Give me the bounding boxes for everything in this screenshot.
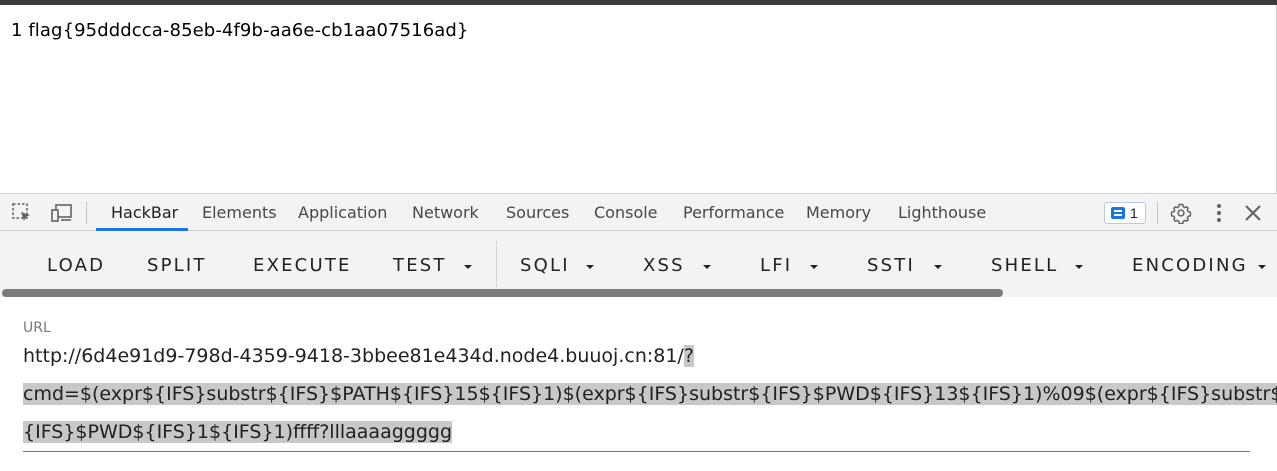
close-devtools-icon[interactable] <box>1242 202 1264 224</box>
url-selected-text: ? <box>683 345 694 367</box>
tab-network[interactable]: Network <box>412 194 479 231</box>
menu-divider <box>496 241 497 287</box>
url-selected-text: {IFS}$PWD${IFS}1${IFS}1)ffff?lllaaaagggg… <box>23 421 453 443</box>
toolbar-divider <box>1157 202 1158 224</box>
tab-elements[interactable]: Elements <box>202 194 277 231</box>
execute-button[interactable]: EXECUTE <box>253 255 352 276</box>
load-button[interactable]: LOAD <box>47 255 105 276</box>
tab-sources[interactable]: Sources <box>506 194 569 231</box>
shell-chevron-down-icon <box>1075 265 1083 269</box>
lfi-chevron-down-icon <box>810 265 818 269</box>
test-menu-button[interactable]: TEST <box>393 255 447 276</box>
encoding-chevron-down-icon <box>1258 265 1266 269</box>
encoding-menu-button[interactable]: ENCODING <box>1132 255 1248 276</box>
ssti-menu-button[interactable]: SSTI <box>867 255 915 276</box>
url-input-underline <box>23 451 1250 452</box>
tab-lighthouse[interactable]: Lighthouse <box>898 194 986 231</box>
xss-chevron-down-icon <box>703 265 711 269</box>
horizontal-scrollbar[interactable] <box>2 289 1003 297</box>
sqli-menu-button[interactable]: SQLI <box>520 255 570 276</box>
issues-count: 1 <box>1130 205 1138 221</box>
xss-menu-button[interactable]: XSS <box>643 255 685 276</box>
url-line: cmd=$(expr${IFS}substr${IFS}$PATH${IFS}1… <box>23 375 1277 413</box>
toolbar-divider <box>86 202 87 224</box>
settings-gear-icon[interactable] <box>1170 202 1192 225</box>
device-toolbar-icon[interactable] <box>50 202 72 224</box>
tab-memory[interactable]: Memory <box>806 194 871 231</box>
page-output-text: 1 flag{95dddcca-85eb-4f9b-aa6e-cb1aa0751… <box>11 20 469 41</box>
ssti-chevron-down-icon <box>934 265 942 269</box>
tab-hackbar[interactable]: HackBar <box>111 194 178 231</box>
url-line: http://6d4e91d9-798d-4359-9418-3bbee81e4… <box>23 337 1250 375</box>
tab-performance[interactable]: Performance <box>683 194 784 231</box>
tab-console[interactable]: Console <box>594 194 658 231</box>
split-button[interactable]: SPLIT <box>147 255 207 276</box>
inspect-element-icon[interactable] <box>11 202 33 224</box>
url-text: http://6d4e91d9-798d-4359-9418-3bbee81e4… <box>23 345 684 367</box>
page-content: 1 flag{95dddcca-85eb-4f9b-aa6e-cb1aa0751… <box>0 5 1277 193</box>
url-textarea[interactable]: http://6d4e91d9-798d-4359-9418-3bbee81e4… <box>23 337 1277 451</box>
lfi-menu-button[interactable]: LFI <box>760 255 792 276</box>
devtools-toolbar: HackBar Elements Application Network Sou… <box>0 193 1277 231</box>
url-selected-text: cmd=$(expr${IFS}substr${IFS}$PATH${IFS}1… <box>23 383 1277 405</box>
issues-message-icon <box>1111 207 1125 219</box>
url-line: {IFS}$PWD${IFS}1${IFS}1)ffff?lllaaaagggg… <box>23 413 1250 451</box>
more-options-icon[interactable] <box>1208 202 1230 224</box>
hackbar-menu: LOAD SPLIT EXECUTE TEST SQLI XSS LFI SST… <box>0 231 1277 297</box>
url-label: URL <box>23 320 51 336</box>
tab-application[interactable]: Application <box>298 194 387 231</box>
test-chevron-down-icon <box>464 265 472 269</box>
sqli-chevron-down-icon <box>586 265 594 269</box>
issues-badge[interactable]: 1 <box>1104 202 1146 224</box>
shell-menu-button[interactable]: SHELL <box>991 255 1058 276</box>
